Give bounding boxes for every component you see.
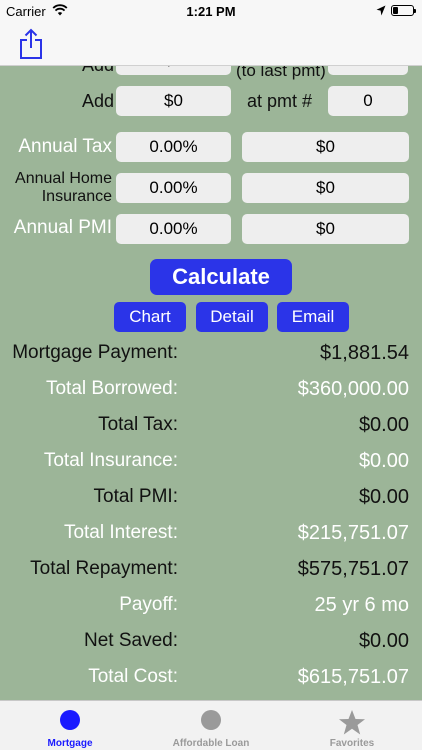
annual-pmi-label: Annual PMI xyxy=(13,217,112,238)
tab-mortgage-label: Mortgage xyxy=(47,738,93,749)
result-value: $0.00 xyxy=(358,630,409,652)
result-value: $615,751.07 xyxy=(297,666,409,688)
result-label: Total Interest: xyxy=(63,522,178,543)
email-button[interactable]: Email xyxy=(277,302,349,332)
chart-button[interactable]: Chart xyxy=(114,302,186,332)
tab-mortgage[interactable]: Mortgage xyxy=(0,701,140,750)
tab-affordable-loan[interactable]: Affordable Loan xyxy=(141,701,281,750)
location-arrow-icon xyxy=(376,5,386,16)
result-label: Total PMI: xyxy=(93,486,178,507)
status-bar: Carrier 1:21 PM xyxy=(0,0,422,22)
annual-tax-amount-field[interactable]: $0 xyxy=(242,132,409,162)
result-value: $1,881.54 xyxy=(320,342,409,364)
circle-icon xyxy=(201,710,221,730)
annual-insurance-percent-field[interactable]: 0.00% xyxy=(116,173,231,203)
annual-insurance-label-line1: Annual Home xyxy=(15,170,112,187)
add-label: Add xyxy=(81,91,114,111)
annual-insurance-amount-field[interactable]: $0 xyxy=(242,173,409,203)
result-label: Total Borrowed: xyxy=(45,378,178,399)
pmt-number-field[interactable]: 0 xyxy=(328,86,408,116)
result-label: Total Tax: xyxy=(98,414,178,435)
circle-icon xyxy=(60,710,80,730)
detail-button[interactable]: Detail xyxy=(196,302,268,332)
result-label: Total Cost: xyxy=(88,666,178,687)
tab-favorites-label: Favorites xyxy=(329,738,375,749)
add-amount-field[interactable]: $0 xyxy=(116,86,231,116)
annual-pmi-percent-field[interactable]: 0.00% xyxy=(116,214,231,244)
share-icon[interactable] xyxy=(16,28,46,60)
result-value: 25 yr 6 mo xyxy=(314,594,409,616)
result-value: $0.00 xyxy=(358,414,409,436)
result-label: Payoff: xyxy=(119,594,178,615)
result-value: $360,000.00 xyxy=(297,378,409,400)
result-label: Total Insurance: xyxy=(43,450,178,471)
tab-bar: Mortgage Affordable Loan Favorites xyxy=(0,700,422,750)
navigation-bar xyxy=(0,22,422,66)
result-value: $575,751.07 xyxy=(297,558,409,580)
annual-tax-percent-field[interactable]: 0.00% xyxy=(116,132,231,162)
result-value: $0.00 xyxy=(358,450,409,472)
battery-icon xyxy=(391,5,416,16)
tab-affordable-loan-label: Affordable Loan xyxy=(172,738,250,749)
annual-insurance-label: Annual Home Insurance xyxy=(15,170,112,205)
result-label: Total Repayment: xyxy=(30,558,178,579)
tab-favorites[interactable]: Favorites xyxy=(282,701,422,750)
result-label: Mortgage Payment: xyxy=(12,342,178,363)
status-time: 1:21 PM xyxy=(186,4,236,19)
at-pmt-label: at pmt # xyxy=(247,91,313,111)
annual-insurance-label-line2: Insurance xyxy=(41,187,112,205)
result-value: $215,751.07 xyxy=(297,522,409,544)
result-value: $0.00 xyxy=(358,486,409,508)
mortgage-calculator-screen: Add $0 (to last pmt) 0 Add $0 at pmt # 0… xyxy=(0,0,422,750)
star-icon xyxy=(339,710,365,735)
annual-pmi-amount-field[interactable]: $0 xyxy=(242,214,409,244)
result-label: Net Saved: xyxy=(84,630,178,651)
calculate-button[interactable]: Calculate xyxy=(150,259,292,295)
annual-tax-label: Annual Tax xyxy=(18,136,112,157)
